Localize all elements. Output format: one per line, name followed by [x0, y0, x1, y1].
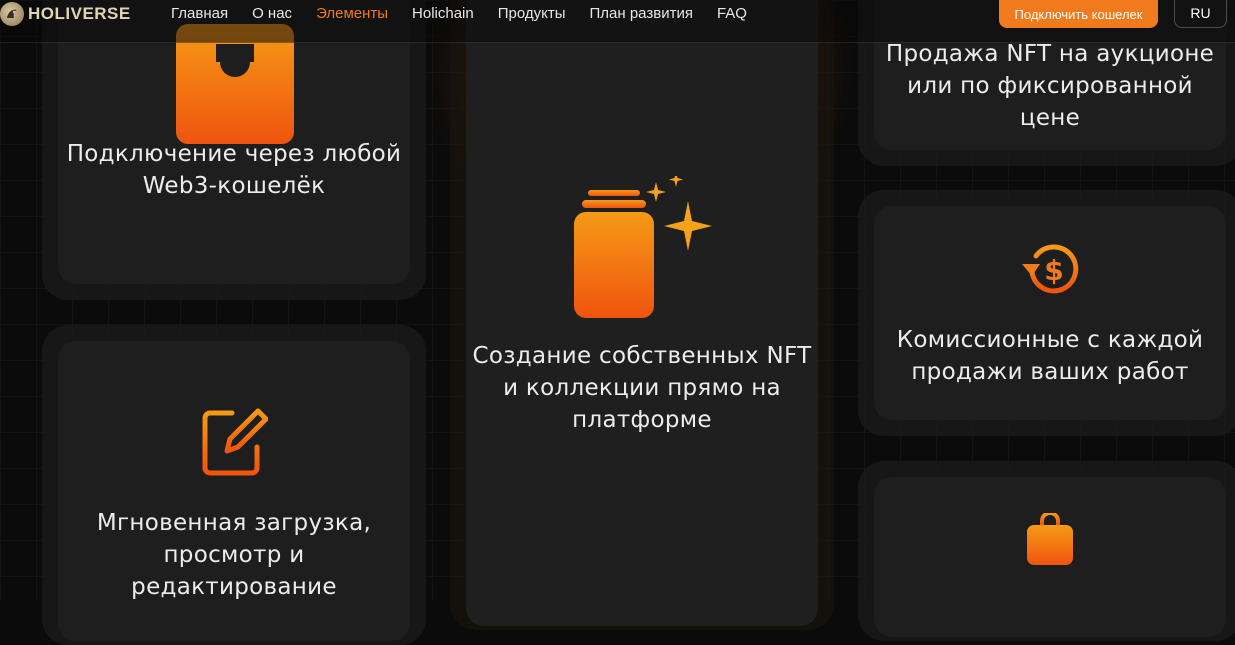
feature-card-bag — [874, 477, 1226, 637]
feature-text-wallet: Подключение через любой Web3-кошелёк — [66, 141, 402, 199]
bag-icon — [1027, 513, 1073, 565]
feature-text-upload: Мгновенная загрузка, просмотр и редактир… — [96, 510, 372, 600]
feature-card-create-nft: Создание собственных NFT и коллекции пря… — [466, 0, 818, 626]
dollar-refresh-icon: $ — [1022, 244, 1079, 294]
feature-card-commission: $ Комиссионные с каждой продажи ваших ра… — [874, 206, 1226, 420]
feature-card-commission-frame: $ Комиссионные с каждой продажи ваших ра… — [858, 190, 1235, 436]
main-nav: Главная О нас Элементы Holichain Продукт… — [171, 5, 771, 23]
nav-item-roadmap[interactable]: План развития — [590, 5, 693, 23]
feature-card-upload: Мгновенная загрузка, просмотр и редактир… — [58, 341, 410, 641]
nav-item-home[interactable]: Главная — [171, 5, 228, 23]
logo[interactable]: HOLIVERSE — [0, 0, 131, 28]
feature-text-create-nft: Создание собственных NFT и коллекции пря… — [472, 343, 812, 433]
feature-card-create-frame: Создание собственных NFT и коллекции пря… — [450, 0, 834, 630]
feature-card-upload-frame: Мгновенная загрузка, просмотр и редактир… — [42, 325, 426, 645]
nav-item-elements[interactable]: Элементы — [316, 5, 388, 23]
stack-sparkle-icon — [574, 176, 712, 318]
edit-icon — [202, 408, 268, 476]
nav-item-faq[interactable]: FAQ — [717, 5, 747, 23]
nav-item-about[interactable]: О нас — [252, 5, 292, 23]
feature-text-commission: Комиссионные с каждой продажи ваших рабо… — [896, 327, 1204, 385]
logo-text: HOLIVERSE — [28, 4, 131, 23]
logo-mark-icon — [0, 2, 24, 26]
svg-text:$: $ — [1044, 254, 1063, 287]
feature-card-bag-frame — [858, 461, 1235, 641]
feature-card-wallet-frame: Подключение через любой Web3-кошелёк — [42, 0, 426, 300]
site-header: HOLIVERSE Главная О нас Элементы Holicha… — [0, 0, 1235, 43]
nav-item-holichain[interactable]: Holichain — [412, 5, 474, 23]
connect-wallet-button[interactable]: Подключить кошелек — [999, 0, 1158, 28]
feature-text-sale: Продажа NFT на аукционе или по фиксирова… — [885, 41, 1215, 131]
nav-item-products[interactable]: Продукты — [498, 5, 566, 23]
language-button[interactable]: RU — [1174, 0, 1227, 28]
